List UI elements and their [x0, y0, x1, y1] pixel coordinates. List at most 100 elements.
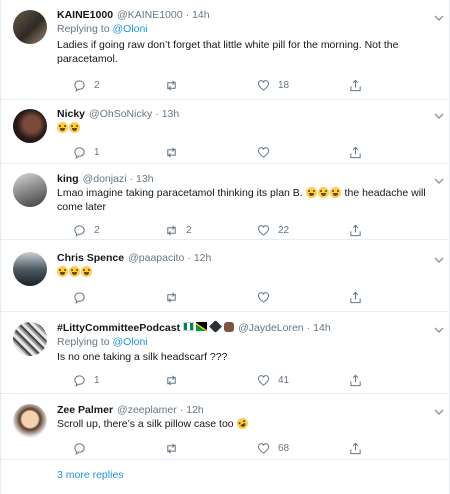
chevron-down-icon[interactable]	[433, 12, 445, 24]
tweet-chris-spence[interactable]: Chris Spence @paapacito · 12h	[1, 240, 449, 312]
mention-link[interactable]: @Oloni	[112, 336, 147, 348]
timestamp[interactable]: 13h	[136, 172, 154, 186]
tweet-nicky[interactable]: Nicky @OhSoNicky · 13h 1	[1, 100, 449, 164]
reply-icon	[74, 374, 85, 387]
author-name[interactable]: Nicky	[57, 107, 85, 121]
laughing-emoji-icon	[317, 187, 329, 198]
like-action[interactable]: 22	[257, 224, 349, 237]
author-name[interactable]: king	[57, 172, 79, 186]
tweet-zee-palmer[interactable]: Zee Palmer @zeeplamer · 12h Scroll up, t…	[1, 394, 449, 460]
avatar[interactable]	[13, 252, 47, 286]
tweet-text: Ladies if going raw don’t forget that li…	[57, 39, 399, 65]
laughing-emoji-icon	[305, 187, 317, 198]
reply-action[interactable]: 2	[73, 79, 165, 92]
author-handle[interactable]: @JaydeLoren	[238, 321, 304, 335]
share-action[interactable]	[349, 374, 441, 387]
heart-icon	[257, 146, 270, 158]
author-name[interactable]: KAINE1000	[57, 8, 113, 22]
share-action[interactable]	[349, 79, 441, 92]
black-heart-icon	[209, 320, 222, 333]
like-count: 41	[278, 374, 290, 386]
chevron-down-icon[interactable]	[433, 324, 445, 336]
tweet-text-part: Lmao imagine taking paracetamol thinking…	[57, 187, 306, 199]
reply-icon	[74, 79, 85, 92]
reply-count: 1	[94, 374, 100, 386]
reply-action[interactable]	[73, 291, 165, 304]
laughing-emoji-icon	[329, 187, 341, 198]
share-icon	[350, 79, 361, 91]
retweet-action[interactable]	[165, 79, 257, 92]
like-action[interactable]	[257, 291, 349, 304]
timestamp[interactable]: 14h	[192, 8, 210, 22]
avatar[interactable]	[13, 173, 47, 207]
retweet-action[interactable]	[165, 146, 257, 159]
chevron-down-icon[interactable]	[433, 254, 445, 266]
avatar[interactable]	[13, 10, 47, 44]
reply-action[interactable]: 1	[73, 374, 165, 387]
like-action[interactable]: 41	[257, 374, 349, 387]
timestamp[interactable]: 12h	[186, 403, 204, 417]
tweet-actions: 68	[73, 440, 449, 456]
nigeria-flag-icon	[183, 322, 195, 331]
retweet-action[interactable]	[165, 374, 257, 387]
like-action[interactable]: 18	[257, 79, 349, 92]
share-icon	[350, 291, 361, 303]
separator-dot: ·	[155, 108, 159, 120]
chevron-down-icon[interactable]	[433, 110, 445, 122]
tweet-kaine1000[interactable]: KAINE1000 @KAINE1000 · 14h Replying to @…	[1, 0, 449, 100]
tweet-litty-committee[interactable]: #LittyCommitteePodcast @JaydeLoren · 14h…	[1, 312, 449, 394]
separator-dot: ·	[129, 173, 134, 185]
reply-icon	[74, 442, 85, 455]
like-action[interactable]	[257, 146, 349, 159]
share-action[interactable]	[349, 224, 441, 237]
share-icon	[350, 146, 361, 158]
avatar[interactable]	[13, 109, 47, 143]
retweet-action[interactable]: 2	[165, 224, 257, 237]
avatar[interactable]	[13, 404, 47, 438]
tweet-text: Scroll up, there’s a silk pillow case to…	[57, 416, 437, 431]
avatar[interactable]	[13, 322, 47, 356]
chevron-down-icon[interactable]	[433, 406, 445, 418]
author-name[interactable]: #LittyCommitteePodcast	[57, 321, 180, 335]
tweet-actions: 1 41	[73, 372, 449, 388]
author-handle[interactable]: @OhSoNicky	[89, 107, 152, 121]
reply-action[interactable]: 1	[73, 146, 165, 159]
show-more-replies-link[interactable]: 3 more replies	[1, 460, 449, 494]
replying-to-label: Replying to	[57, 336, 113, 348]
reply-icon	[74, 224, 85, 237]
share-action[interactable]	[349, 146, 441, 159]
raised-fist-icon	[224, 321, 235, 332]
replying-to: Replying to @Oloni	[57, 335, 437, 349]
timestamp[interactable]: 12h	[194, 251, 212, 265]
laughing-emoji-icon	[69, 122, 80, 133]
author-handle[interactable]: @paapacito	[128, 251, 184, 265]
author-name[interactable]: Zee Palmer	[57, 403, 113, 417]
author-handle[interactable]: @donjazi	[83, 172, 127, 186]
name-emoji-group	[183, 320, 235, 333]
timestamp[interactable]: 13h	[162, 107, 180, 121]
tweet-actions: 2 18	[73, 77, 449, 93]
share-action[interactable]	[349, 442, 441, 455]
tweet-actions	[73, 289, 449, 305]
retweet-icon	[167, 442, 176, 454]
reply-action[interactable]	[73, 442, 165, 455]
separator-dot: ·	[306, 322, 311, 334]
like-action[interactable]: 68	[257, 442, 349, 455]
author-name[interactable]: Chris Spence	[57, 251, 124, 265]
author-handle[interactable]: @KAINE1000	[117, 8, 183, 22]
share-icon	[350, 374, 361, 386]
retweet-action[interactable]	[165, 291, 257, 304]
heart-icon	[257, 374, 270, 386]
laughing-emoji-icon	[57, 266, 68, 277]
mention-link[interactable]: @Oloni	[112, 23, 147, 35]
author-handle[interactable]: @zeeplamer	[117, 403, 177, 417]
chevron-down-icon[interactable]	[433, 175, 445, 187]
timestamp[interactable]: 14h	[313, 321, 331, 335]
share-action[interactable]	[349, 291, 441, 304]
retweet-action[interactable]	[165, 442, 257, 455]
reply-action[interactable]: 2	[73, 224, 165, 237]
tweet-king[interactable]: king @donjazi · 13h Lmao imagine taking …	[1, 164, 449, 240]
like-count: 18	[278, 79, 290, 91]
retweet-icon	[167, 146, 176, 158]
heart-icon	[257, 291, 270, 303]
